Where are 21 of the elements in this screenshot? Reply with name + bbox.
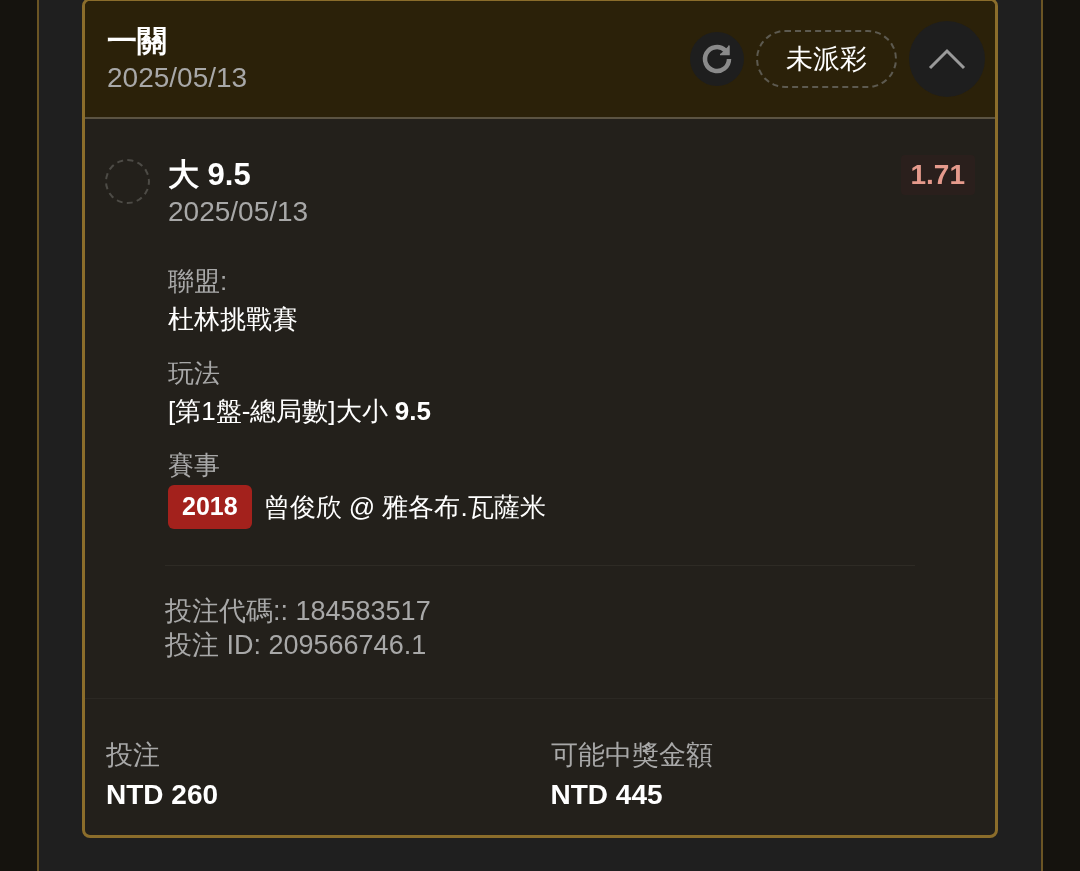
detail-value: [第1盤-總局數]大小 9.5 <box>168 395 431 428</box>
chevron-up-icon <box>928 48 966 70</box>
bet-date: 2025/05/13 <box>107 61 248 95</box>
detail-label: 聯盟: <box>168 265 229 298</box>
bet-type-title: 一關 <box>107 23 168 59</box>
match-code-badge: 2018 <box>168 485 252 529</box>
bet-code: 投注代碼:: 184583517 <box>165 595 432 628</box>
detail-label: 玩法 <box>168 357 221 390</box>
bet-code: 投注 ID: 209566746.1 <box>165 629 428 662</box>
selection-radio[interactable] <box>105 159 150 204</box>
total-label: 可能中獎金額 <box>550 739 714 772</box>
status-badge: 未派彩 <box>756 30 897 88</box>
total-label: 投注 <box>106 739 161 772</box>
selection-date: 2025/05/13 <box>168 195 310 229</box>
detail-value: 曾俊欣 @ 雅各布.瓦薩米 <box>263 491 546 524</box>
selection-pick: 大 9.5 <box>168 156 251 194</box>
detail-value: 杜林挑戰賽 <box>168 303 298 336</box>
odds-badge: 1.71 <box>900 155 975 195</box>
total-amount: NTD 260 <box>106 778 220 812</box>
total-amount: NTD 445 <box>550 778 664 812</box>
detail-label: 賽事 <box>168 449 221 482</box>
